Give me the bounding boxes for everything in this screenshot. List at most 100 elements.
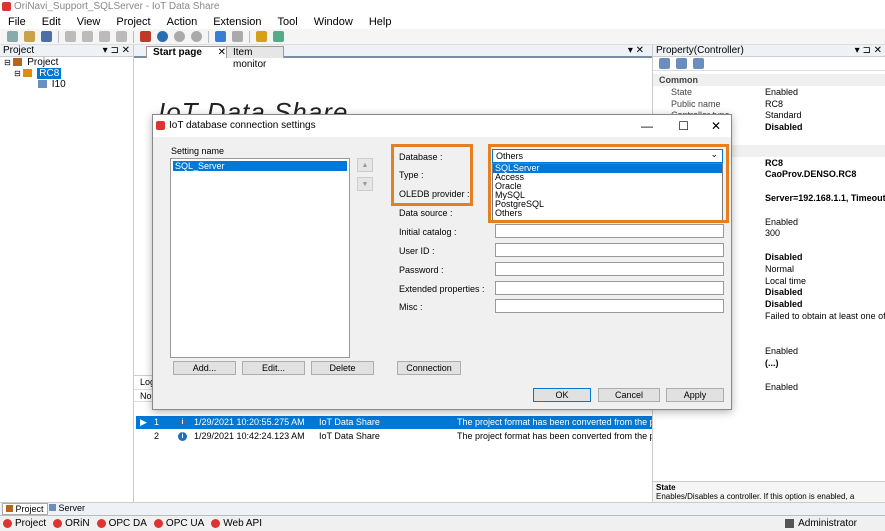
password-input[interactable] bbox=[495, 262, 724, 276]
tree-node-i10[interactable]: I10 bbox=[0, 79, 133, 90]
cut-icon[interactable] bbox=[65, 31, 76, 42]
add-button[interactable]: Add... bbox=[173, 361, 236, 375]
status-label: Project bbox=[15, 518, 47, 529]
tab-label: Server bbox=[58, 503, 86, 513]
app-logo-icon bbox=[2, 2, 11, 11]
user-id-input[interactable] bbox=[495, 243, 724, 257]
menu-help[interactable]: Help bbox=[361, 16, 400, 28]
tab-label: Start page bbox=[153, 47, 202, 58]
status-project: Project bbox=[0, 518, 46, 529]
property-value: Enabled bbox=[765, 381, 799, 392]
menu-file[interactable]: File bbox=[0, 16, 34, 28]
sort-alpha-icon[interactable] bbox=[676, 58, 687, 69]
log-no: 2 bbox=[154, 431, 160, 441]
app-logo-icon bbox=[156, 121, 165, 130]
close-button[interactable]: ✕ bbox=[711, 115, 721, 137]
run-icon[interactable] bbox=[157, 31, 168, 42]
extended-properties-input[interactable] bbox=[495, 281, 724, 295]
tab-item-monitor[interactable]: Item monitor bbox=[226, 46, 284, 70]
tool-icon[interactable] bbox=[256, 31, 267, 42]
tab-start-page[interactable]: Start page ✕ bbox=[146, 46, 230, 58]
data-source-label: Data source : bbox=[399, 208, 453, 218]
row-selector-icon: ▶ bbox=[140, 417, 147, 427]
toolbar bbox=[0, 29, 885, 45]
property-value: Disabled bbox=[765, 252, 803, 262]
tree-node-rc8[interactable]: ⊟ RC8 bbox=[0, 68, 133, 79]
status-dot-icon bbox=[96, 519, 106, 528]
dialog-title: IoT database connection settings bbox=[169, 120, 316, 131]
setting-name-label: Setting name bbox=[171, 146, 225, 156]
pause-icon[interactable] bbox=[174, 31, 185, 42]
property-row[interactable]: State Enabled bbox=[653, 86, 885, 98]
tree-node-project[interactable]: ⊟ Project bbox=[0, 57, 133, 68]
property-group[interactable]: Common bbox=[653, 74, 885, 86]
property-value: Server=192.168.1.1, Timeout= bbox=[765, 193, 885, 203]
property-row[interactable]: Public name RC8 bbox=[653, 98, 885, 110]
status-user: Administrator bbox=[785, 518, 857, 529]
initial-catalog-input[interactable] bbox=[495, 224, 724, 238]
menu-action[interactable]: Action bbox=[159, 16, 206, 28]
menu-project[interactable]: Project bbox=[108, 16, 158, 28]
delete-button[interactable]: Delete bbox=[311, 361, 374, 375]
tab-project[interactable]: Project bbox=[2, 503, 48, 515]
menu-edit[interactable]: Edit bbox=[34, 16, 69, 28]
copy-icon[interactable] bbox=[82, 31, 93, 42]
collapse-icon[interactable]: ⊟ bbox=[4, 58, 11, 67]
log-time: 1/29/2021 10:20:55.275 AM bbox=[194, 417, 305, 427]
highlight-labels-box bbox=[391, 144, 473, 206]
new-file-icon[interactable] bbox=[7, 31, 18, 42]
settings-icon[interactable] bbox=[273, 31, 284, 42]
misc-input[interactable] bbox=[495, 299, 724, 313]
move-up-button[interactable]: ▲ bbox=[357, 158, 373, 172]
toolbox-icon[interactable] bbox=[140, 31, 151, 42]
export-icon[interactable] bbox=[232, 31, 243, 42]
tree-node-label: Project bbox=[27, 57, 59, 68]
io-icon bbox=[38, 80, 47, 89]
apply-button[interactable]: Apply bbox=[666, 388, 724, 402]
tab-server[interactable]: Server bbox=[46, 503, 88, 513]
status-label: Web API bbox=[223, 518, 262, 529]
dialog-title-bar: IoT database connection settings — ☐ ✕ bbox=[153, 115, 731, 137]
categorized-icon[interactable] bbox=[659, 58, 670, 69]
move-down-button[interactable]: ▼ bbox=[357, 177, 373, 191]
log-row[interactable]: ▶ 1 i 1/29/2021 10:20:55.275 AM IoT Data… bbox=[136, 416, 652, 429]
log-row[interactable]: 2 i 1/29/2021 10:42:24.123 AM IoT Data S… bbox=[136, 430, 652, 443]
status-dot-icon bbox=[53, 519, 63, 528]
initial-catalog-label: Initial catalog : bbox=[399, 227, 457, 237]
close-icon[interactable]: ✕ bbox=[218, 47, 226, 59]
list-item[interactable]: SQL_Server bbox=[173, 161, 347, 171]
info-icon: i bbox=[178, 432, 187, 441]
property-value: Failed to obtain at least one of ite bbox=[765, 311, 885, 321]
delete-icon[interactable] bbox=[116, 31, 127, 42]
log-source: IoT Data Share bbox=[319, 417, 380, 427]
minimize-button[interactable]: — bbox=[641, 115, 653, 137]
property-value: Disabled bbox=[765, 287, 803, 298]
tab-controls[interactable]: ▾ ✕ bbox=[628, 45, 644, 56]
window-title: OriNavi_Support_SQLServer - IoT Data Sha… bbox=[14, 1, 220, 12]
property-value: Disabled bbox=[765, 299, 803, 310]
menu-window[interactable]: Window bbox=[306, 16, 361, 28]
menu-view[interactable]: View bbox=[69, 16, 109, 28]
ok-button[interactable]: OK bbox=[533, 388, 591, 402]
extended-properties-label: Extended properties : bbox=[399, 284, 485, 294]
panel-controls[interactable]: ▾ ⊐ ✕ bbox=[103, 45, 130, 57]
status-dot-icon bbox=[211, 519, 221, 528]
cancel-button[interactable]: Cancel bbox=[598, 388, 660, 402]
maximize-button[interactable]: ☐ bbox=[678, 115, 689, 137]
monitor-icon[interactable] bbox=[215, 31, 226, 42]
log-source: IoT Data Share bbox=[319, 431, 380, 441]
stop-icon[interactable] bbox=[191, 31, 202, 42]
panel-controls[interactable]: ▾ ⊐ ✕ bbox=[855, 45, 882, 57]
controller-icon bbox=[23, 69, 33, 78]
connection-button[interactable]: Connection bbox=[397, 361, 461, 375]
menu-extension[interactable]: Extension bbox=[205, 16, 269, 28]
property-key: Public name bbox=[671, 98, 721, 109]
paste-icon[interactable] bbox=[99, 31, 110, 42]
open-folder-icon[interactable] bbox=[24, 31, 35, 42]
property-pages-icon[interactable] bbox=[693, 58, 704, 69]
save-icon[interactable] bbox=[41, 31, 52, 42]
edit-button[interactable]: Edit... bbox=[242, 361, 305, 375]
menu-tool[interactable]: Tool bbox=[270, 16, 306, 28]
setting-name-list[interactable]: SQL_Server bbox=[170, 158, 350, 358]
collapse-icon[interactable]: ⊟ bbox=[14, 69, 21, 78]
